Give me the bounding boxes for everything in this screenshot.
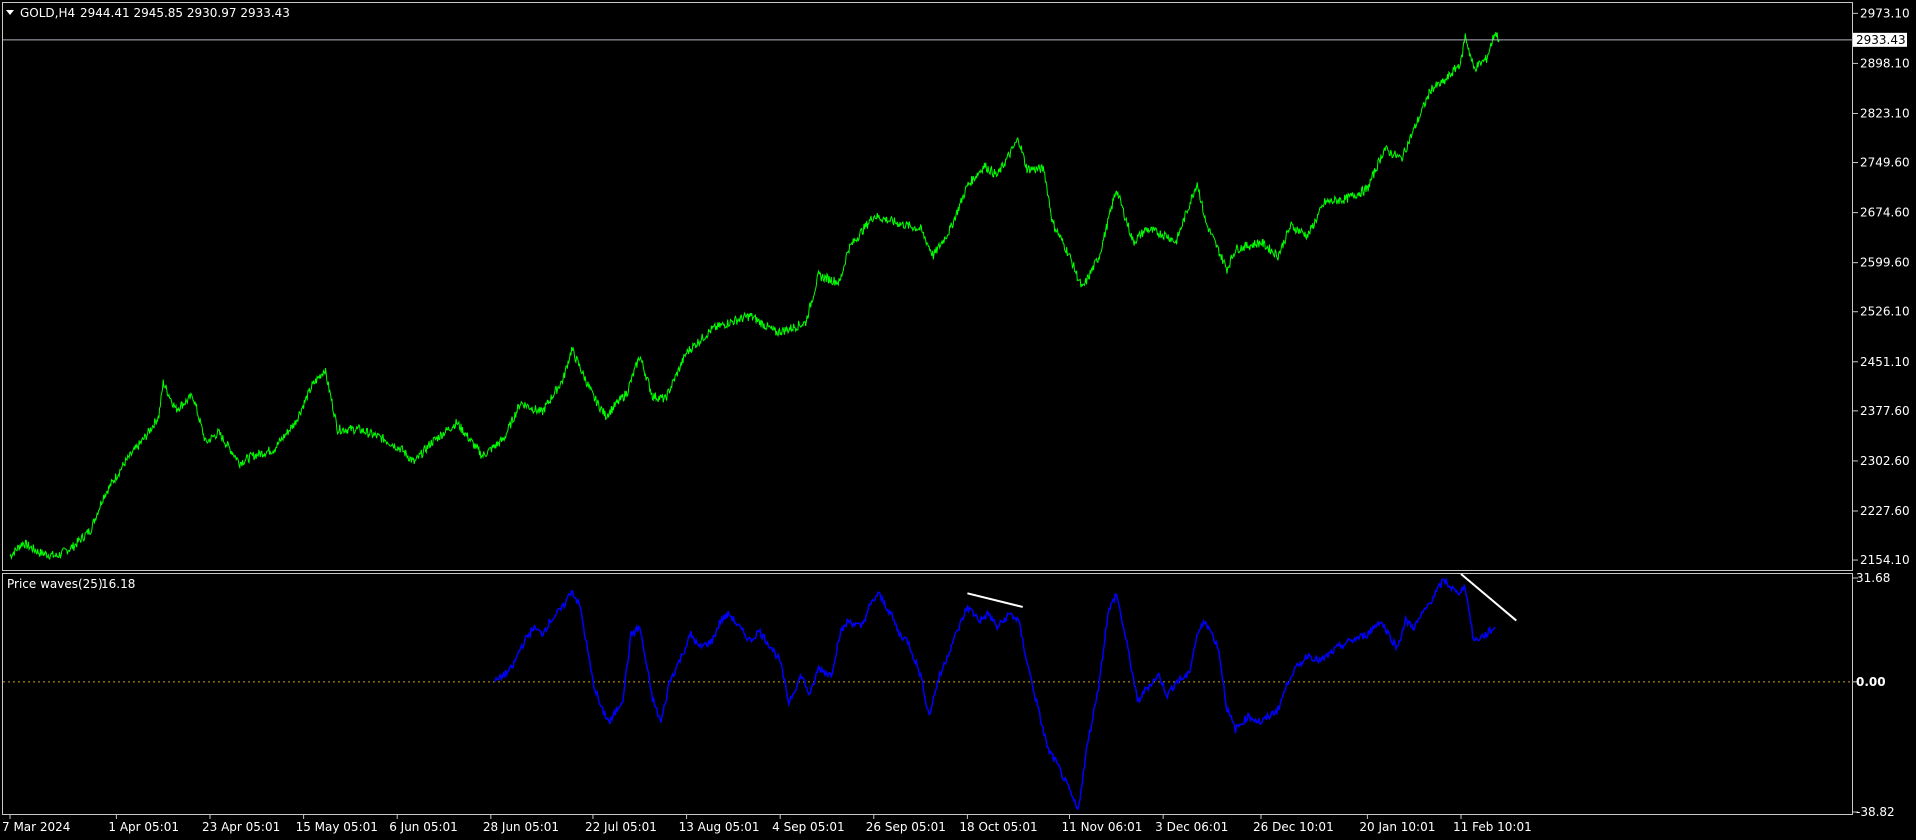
price-tick-label: 2823.10 <box>1860 106 1910 120</box>
price-tick-label: 2599.60 <box>1860 256 1910 270</box>
price-tick-label: 2227.60 <box>1860 504 1910 518</box>
time-tick-label: 11 Nov 06:01 <box>1062 820 1143 834</box>
price-tick-label: 2749.60 <box>1860 156 1910 170</box>
price-tick-label: 2302.60 <box>1860 454 1910 468</box>
price-tick-label: 2674.60 <box>1860 206 1910 220</box>
price-tick-label: 2451.10 <box>1860 355 1910 369</box>
price-tick-label: 2526.10 <box>1860 305 1910 319</box>
time-tick-label: 26 Dec 10:01 <box>1253 820 1334 834</box>
time-tick-label: 4 Sep 05:01 <box>772 820 844 834</box>
time-tick-label: 22 Jul 05:01 <box>585 820 657 834</box>
time-tick-label: 13 Aug 05:01 <box>679 820 760 834</box>
symbol-label: GOLD,H4 <box>20 6 75 20</box>
current-price-tag: 2933.43 <box>1853 32 1907 47</box>
indicator-header: Price waves(25) 16.18 <box>7 577 135 591</box>
time-tick-label: 18 Oct 05:01 <box>959 820 1037 834</box>
indicator-tick-label: 0.00 <box>1856 675 1886 689</box>
time-tick-label: 11 Feb 10:01 <box>1453 820 1532 834</box>
time-tick-label: 26 Sep 05:01 <box>866 820 946 834</box>
indicator-value: 16.18 <box>101 577 135 591</box>
time-tick-label: 3 Dec 06:01 <box>1155 820 1228 834</box>
time-tick-label: 20 Jan 10:01 <box>1359 820 1435 834</box>
indicator-tick-label: -38.82 <box>1856 805 1895 819</box>
time-tick-label: 15 May 05:01 <box>296 820 378 834</box>
time-tick-label: 1 Apr 05:01 <box>108 820 179 834</box>
time-tick-label: 28 Jun 05:01 <box>483 820 559 834</box>
time-tick-label: 6 Jun 05:01 <box>389 820 458 834</box>
price-tick-label: 2898.10 <box>1860 56 1910 70</box>
chart-canvas: 2933.43 31.68 0.00 -38.82 2973.10 2898.10 28… <box>0 0 1916 840</box>
current-price-text: 2933.43 <box>1856 33 1906 47</box>
price-tick-label: 2377.60 <box>1860 404 1910 418</box>
ohlc-label: 2944.41 2945.85 2930.97 2933.43 <box>80 6 290 20</box>
time-tick-label: 7 Mar 2024 <box>2 820 70 834</box>
chart-header: GOLD,H4 2944.41 2945.85 2930.97 2933.43 <box>6 6 290 20</box>
time-tick-label: 23 Apr 05:01 <box>202 820 280 834</box>
indicator-tick-label: 31.68 <box>1856 571 1890 585</box>
price-tick-label: 2973.10 <box>1860 6 1910 20</box>
indicator-name: Price waves(25) <box>7 577 103 591</box>
price-tick-label: 2154.10 <box>1860 553 1910 567</box>
chart-background <box>0 0 1916 840</box>
